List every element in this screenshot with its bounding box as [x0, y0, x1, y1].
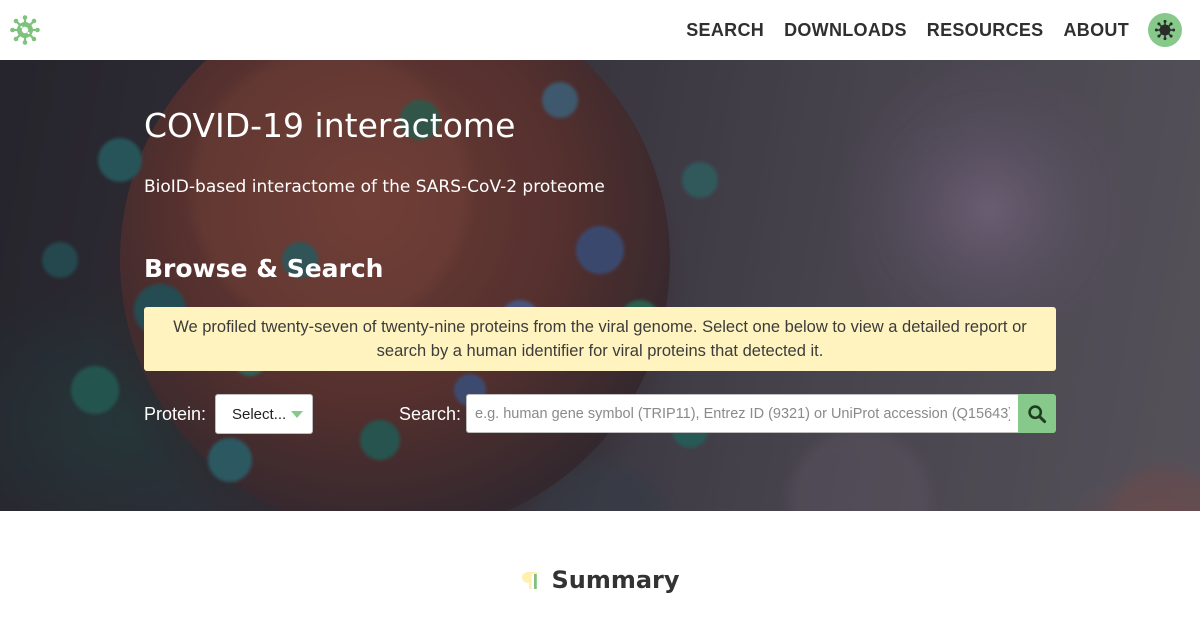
protein-label: Protein: [144, 404, 207, 424]
virus-logo-icon [10, 15, 40, 45]
search-label: Search: [399, 404, 462, 424]
theme-toggle-button[interactable] [1148, 13, 1182, 47]
paragraph-icon [522, 572, 538, 589]
nav-link-downloads[interactable]: DOWNLOADS [784, 20, 907, 41]
protein-select-value: Select... [232, 405, 287, 423]
info-notice: We profiled twenty-seven of twenty-nine … [144, 307, 1056, 371]
page-title: COVID-19 interactome [144, 106, 516, 145]
summary-section: Summary [0, 560, 1200, 600]
chevron-down-icon [291, 411, 303, 418]
top-navbar: SEARCH DOWNLOADS RESOURCES ABOUT [0, 0, 1200, 60]
magnifier-icon [1028, 404, 1047, 423]
nav-link-search[interactable]: SEARCH [686, 20, 764, 41]
hero-banner: COVID-19 interactome BioID-based interac… [0, 60, 1200, 511]
page-subtitle: BioID-based interactome of the SARS-CoV-… [144, 177, 605, 197]
home-logo-link[interactable] [10, 15, 40, 45]
browse-search-heading: Browse & Search [144, 254, 384, 283]
summary-heading: Summary [551, 566, 680, 594]
virus-icon [1154, 19, 1176, 41]
protein-select[interactable]: Select... [215, 394, 313, 434]
search-input[interactable] [466, 394, 1018, 433]
search-button[interactable] [1018, 394, 1056, 433]
main-nav: SEARCH DOWNLOADS RESOURCES ABOUT [686, 13, 1182, 47]
nav-link-about[interactable]: ABOUT [1064, 20, 1130, 41]
info-notice-text: We profiled twenty-seven of twenty-nine … [173, 318, 1027, 360]
nav-link-resources[interactable]: RESOURCES [927, 20, 1044, 41]
